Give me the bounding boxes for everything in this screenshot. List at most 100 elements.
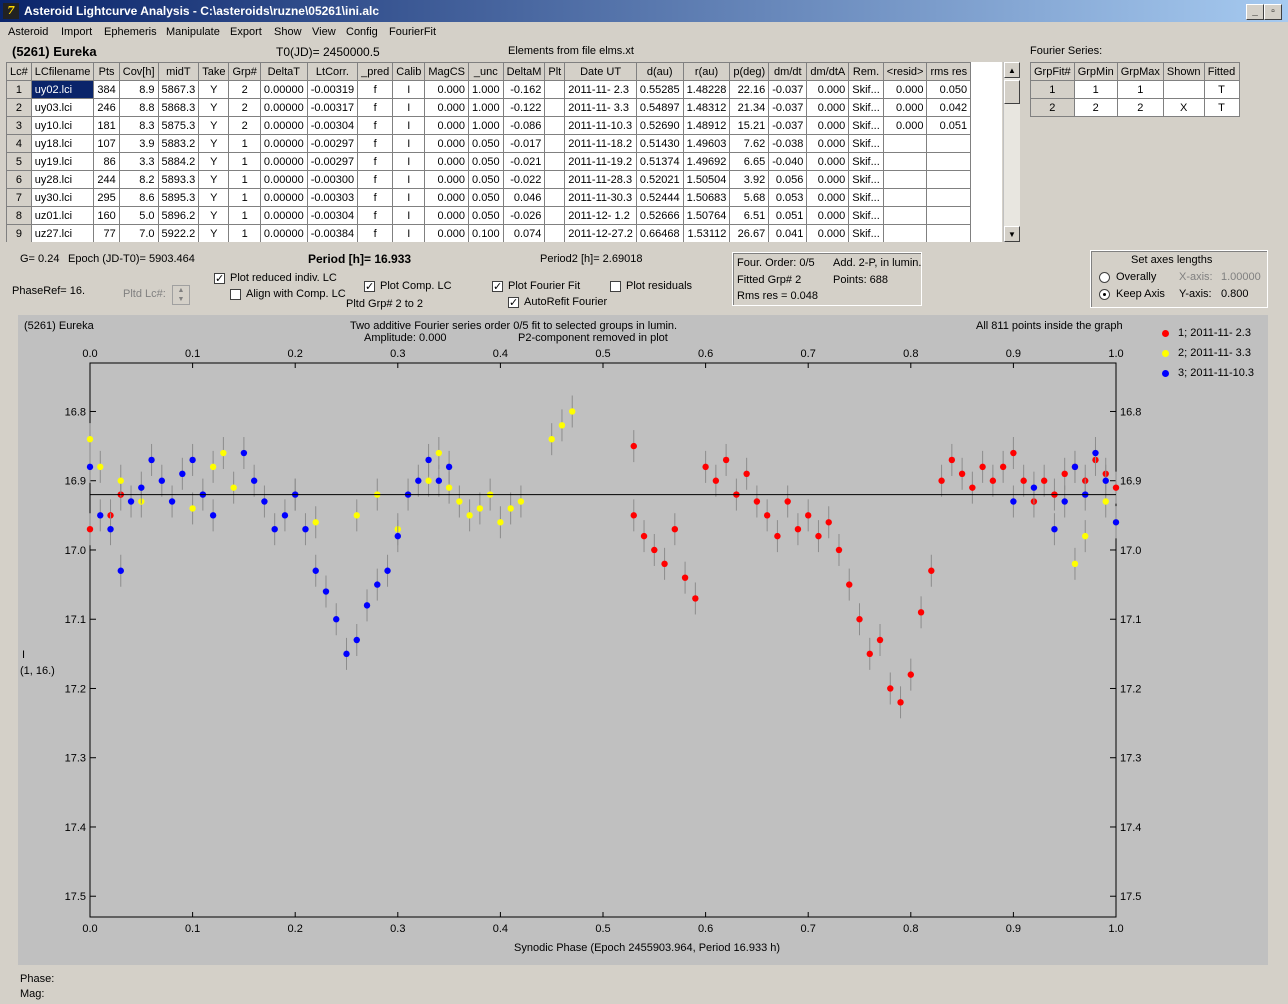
y-axis-value[interactable]: 0.800 (1221, 288, 1249, 300)
lc-cell[interactable]: uy30.lci (30, 188, 95, 207)
lc-cell[interactable]: f (357, 188, 394, 207)
lc-cell[interactable]: I (392, 224, 426, 242)
lc-cell[interactable]: Y (198, 188, 230, 207)
lc-cell[interactable]: 7.62 (729, 134, 770, 153)
lc-cell[interactable]: Skif... (848, 116, 884, 135)
lc-cell[interactable] (544, 116, 566, 135)
pltd-lc-spinner[interactable]: ▲ ▼ (172, 285, 190, 305)
lc-cell[interactable] (882, 134, 928, 153)
lc-cell[interactable]: 8.3 (118, 116, 159, 135)
lc-cell[interactable] (882, 188, 928, 207)
lc-cell[interactable] (544, 188, 566, 207)
lc-cell[interactable]: 1 (228, 134, 261, 153)
lc-cell[interactable]: 0.000 (424, 80, 470, 99)
pltd-grp-label[interactable]: Pltd Grp# 2 to 2 (346, 298, 423, 310)
lc-cell[interactable]: I (392, 152, 426, 171)
lc-cell[interactable]: 5883.2 (157, 134, 200, 153)
lc-col-header[interactable]: Date UT (564, 62, 637, 81)
x-axis-value[interactable]: 1.00000 (1221, 271, 1261, 283)
lc-cell[interactable]: 0.52021 (635, 170, 684, 189)
lc-cell[interactable]: 2 (228, 80, 261, 99)
lc-cell[interactable]: I (392, 80, 426, 99)
lc-cell[interactable]: I (392, 134, 426, 153)
lc-cell[interactable]: 5867.3 (157, 80, 200, 99)
lc-cell[interactable]: 0.050 (468, 134, 504, 153)
lc-col-header[interactable]: Grp# (228, 62, 261, 81)
lc-table-row[interactable]: 4 uy18.lci 107 3.9 5883.2 Y 1 0.00000 -0.00297 f I… (6, 134, 972, 153)
period-value[interactable]: Period [h]= 16.933 (308, 252, 411, 266)
lc-cell[interactable]: 0.52666 (635, 206, 684, 225)
lc-cell[interactable]: 0.000 (882, 116, 928, 135)
lc-col-header[interactable]: dm/dt (768, 62, 808, 81)
lc-cell[interactable]: 2011-11-10.3 (564, 116, 637, 135)
lc-cell[interactable]: 0.00000 (259, 206, 308, 225)
fs-table-row[interactable]: 111T (1030, 80, 1240, 99)
row-header[interactable]: 8 (6, 206, 32, 225)
lc-cell[interactable]: 0.000 (424, 206, 470, 225)
lc-cell[interactable] (544, 152, 566, 171)
lc-cell[interactable]: 0.00000 (259, 98, 308, 117)
lc-cell[interactable]: 0.000 (806, 116, 850, 135)
lc-cell[interactable]: 3.3 (118, 152, 159, 171)
lc-table-row[interactable]: 3 uy10.lci 181 8.3 5875.3 Y 2 0.00000 -0.00304 f I… (6, 116, 972, 135)
lc-cell[interactable] (544, 134, 566, 153)
lc-cell[interactable]: 5895.3 (157, 188, 200, 207)
lc-cell[interactable]: 0.00000 (259, 188, 308, 207)
lc-cell[interactable]: Skif... (848, 152, 884, 171)
lc-cell[interactable]: 1.48312 (682, 98, 731, 117)
fs-cell[interactable]: T (1203, 98, 1240, 117)
fs-cell[interactable]: 1 (1073, 80, 1118, 99)
lc-cell[interactable]: 77 (93, 224, 120, 242)
lc-cell[interactable]: 86 (93, 152, 120, 171)
lc-cell[interactable]: f (357, 170, 394, 189)
lc-cell[interactable]: 1 (228, 206, 261, 225)
fs-row-header[interactable]: 1 (1030, 80, 1075, 99)
lc-cell[interactable]: 0.051 (926, 116, 972, 135)
lc-cell[interactable]: f (357, 224, 394, 242)
lc-cell[interactable]: 2011-11-19.2 (564, 152, 637, 171)
lc-cell[interactable]: Skif... (848, 224, 884, 242)
lc-cell[interactable]: 8.6 (118, 188, 159, 207)
lc-cell[interactable]: Skif... (848, 134, 884, 153)
lc-cell[interactable]: 0.000 (424, 152, 470, 171)
lc-cell[interactable] (926, 224, 972, 242)
lc-cell[interactable]: f (357, 116, 394, 135)
lc-table-row[interactable]: 7 uy30.lci 295 8.6 5895.3 Y 1 0.00000 -0.00303 f I… (6, 188, 972, 207)
lc-cell[interactable]: 1 (228, 224, 261, 242)
lc-cell[interactable] (544, 170, 566, 189)
lc-cell[interactable]: -0.022 (502, 170, 546, 189)
fs-table-row[interactable]: 222XT (1030, 98, 1240, 117)
period2-value[interactable]: Period2 [h]= 2.69018 (540, 253, 642, 265)
lc-cell[interactable]: 0.050 (468, 170, 504, 189)
lc-cell[interactable]: 5884.2 (157, 152, 200, 171)
lc-cell[interactable]: I (392, 188, 426, 207)
lc-cell[interactable] (882, 170, 928, 189)
restore-button[interactable]: ▫ (1264, 4, 1282, 20)
fs-col-header[interactable]: GrpMin (1073, 62, 1118, 81)
lc-cell[interactable]: 2 (228, 116, 261, 135)
lc-cell[interactable]: 0.050 (926, 80, 972, 99)
minimize-button[interactable]: _ (1246, 4, 1264, 20)
lc-cell[interactable]: 0.000 (424, 188, 470, 207)
lc-cell[interactable]: 0.050 (468, 188, 504, 207)
fs-col-header[interactable]: GrpFit# (1030, 62, 1075, 81)
lc-cell[interactable]: 0.51430 (635, 134, 684, 153)
lc-cell[interactable]: -0.00304 (306, 116, 359, 135)
scroll-up-button[interactable]: ▲ (1004, 62, 1020, 78)
lc-cell[interactable]: I (392, 98, 426, 117)
lc-cell[interactable]: Skif... (848, 188, 884, 207)
menu-manipulate[interactable]: Manipulate (166, 26, 220, 38)
lc-cell[interactable]: -0.00319 (306, 80, 359, 99)
fs-cell[interactable]: 2 (1073, 98, 1118, 117)
lc-cell[interactable]: 2011-11-18.2 (564, 134, 637, 153)
lc-cell[interactable]: -0.037 (768, 80, 808, 99)
lc-cell[interactable]: 0.000 (882, 80, 928, 99)
row-header[interactable]: 6 (6, 170, 32, 189)
lc-cell[interactable]: 244 (93, 170, 120, 189)
lc-cell[interactable]: f (357, 134, 394, 153)
lc-cell[interactable] (882, 206, 928, 225)
row-header[interactable]: 5 (6, 152, 32, 171)
row-header[interactable]: 4 (6, 134, 32, 153)
lc-cell[interactable]: 22.16 (729, 80, 770, 99)
row-header[interactable]: 3 (6, 116, 32, 135)
